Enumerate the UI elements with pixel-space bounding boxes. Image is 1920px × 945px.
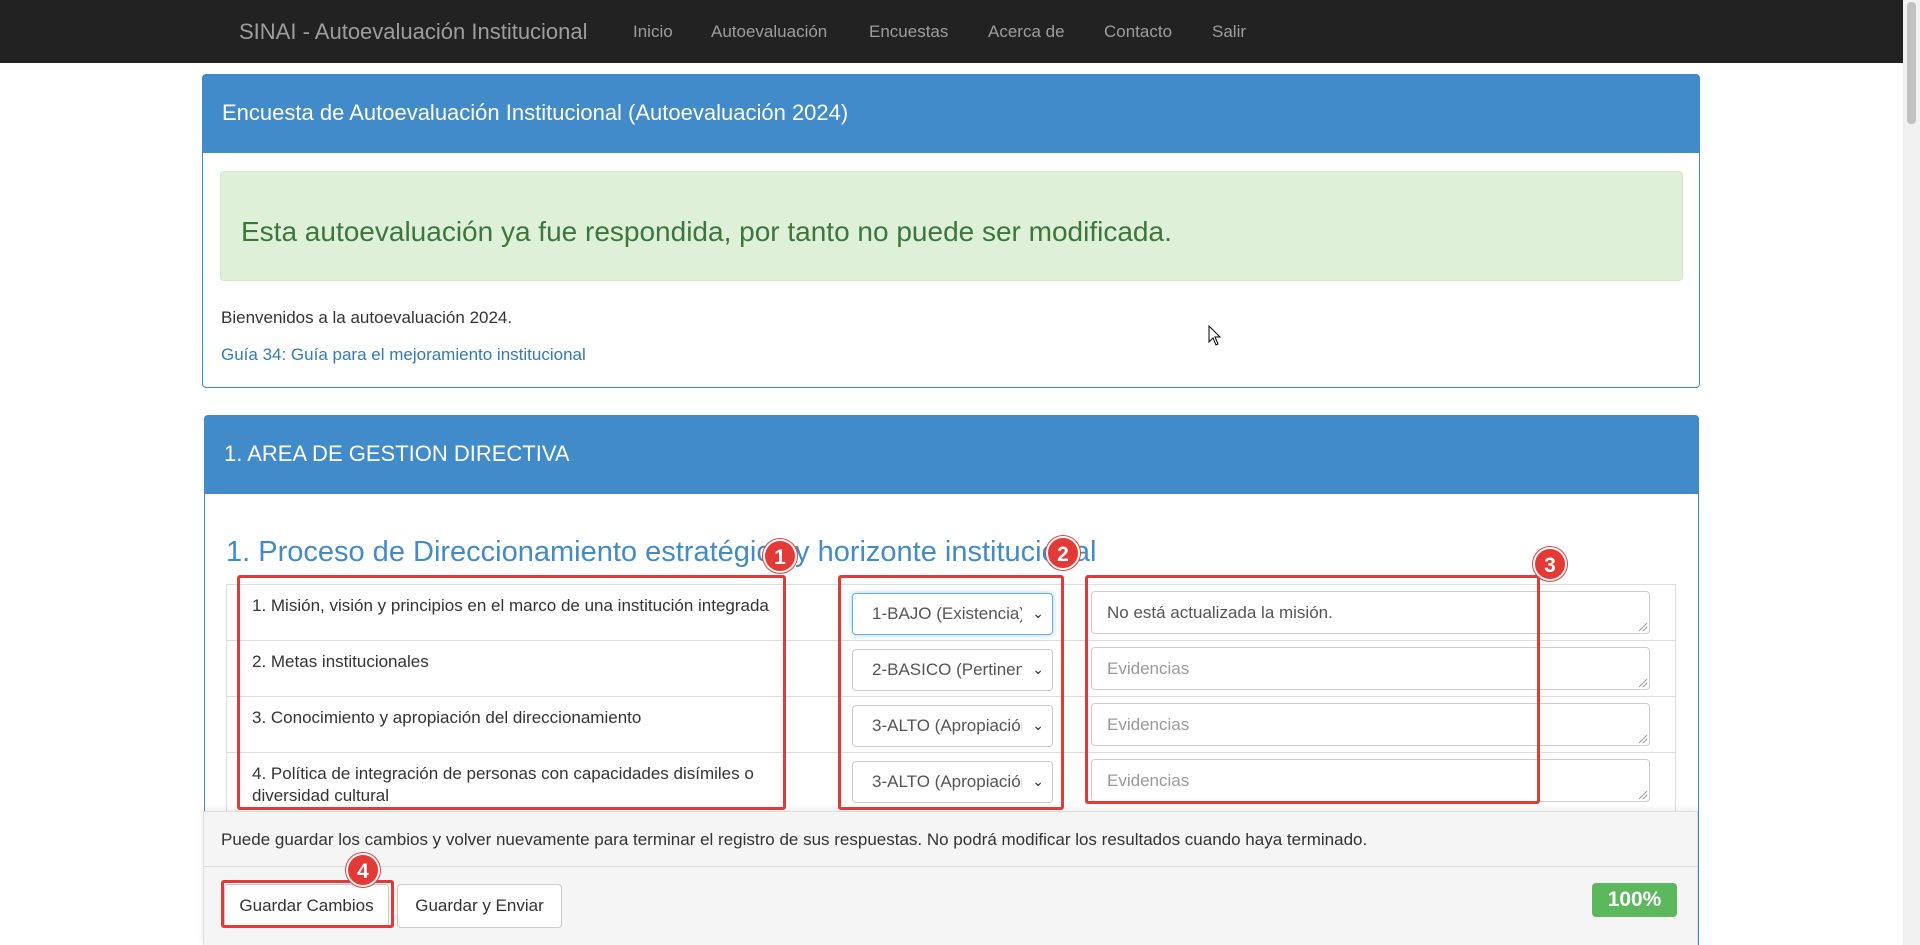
rating-select[interactable]: 1-BAJO (Existencia) ⌄ — [852, 593, 1053, 635]
nav-link-salir[interactable]: Salir — [1212, 22, 1246, 42]
guide-34-link[interactable]: Guía 34: Guía para el mejoramiento insti… — [221, 345, 586, 365]
mouse-cursor-icon — [1208, 325, 1222, 346]
table-row: 3. Conocimiento y apropiación del direcc… — [227, 697, 1675, 753]
completed-alert-text: Esta autoevaluación ya fue respondida, p… — [241, 216, 1172, 247]
nav-link-acerca-de[interactable]: Acerca de — [988, 22, 1065, 42]
chevron-down-icon: ⌄ — [1032, 773, 1044, 789]
evidence-input[interactable]: No está actualizada la misión. — [1091, 591, 1650, 634]
table-row: 2. Metas institucionales 2-BASICO (Perti… — [227, 641, 1675, 697]
rating-select[interactable]: 3-ALTO (Apropiación) ⌄ — [852, 761, 1053, 803]
nav-link-encuestas[interactable]: Encuestas — [869, 22, 948, 42]
question-label: 3. Conocimiento y apropiación del direcc… — [252, 708, 642, 727]
table-row: 4. Política de integración de personas c… — [227, 753, 1675, 815]
chevron-down-icon: ⌄ — [1032, 605, 1044, 621]
resize-handle-icon[interactable] — [1639, 735, 1647, 743]
rating-select[interactable]: 3-ALTO (Apropiación) ⌄ — [852, 705, 1053, 747]
rating-select[interactable]: 2-BASICO (Pertinencia) ⌄ — [852, 649, 1053, 691]
resize-handle-icon[interactable] — [1639, 623, 1647, 631]
navbar-brand[interactable]: SINAI - Autoevaluación Institucional — [239, 19, 588, 45]
question-label: 2. Metas institucionales — [252, 652, 429, 671]
welcome-text: Bienvenidos a la autoevaluación 2024. — [221, 308, 513, 327]
evidence-input[interactable]: Evidencias — [1091, 759, 1650, 802]
completed-alert: Esta autoevaluación ya fue respondida, p… — [220, 171, 1683, 281]
question-label: 4. Política de integración de personas c… — [252, 764, 754, 805]
table-row: 1. Misión, visión y principios en el mar… — [227, 585, 1675, 641]
evidence-input[interactable]: Evidencias — [1091, 647, 1650, 690]
save-and-send-button[interactable]: Guardar y Enviar — [397, 884, 562, 928]
footer-divider — [204, 866, 1697, 867]
resize-handle-icon[interactable] — [1639, 679, 1647, 687]
nav-link-inicio[interactable]: Inicio — [633, 22, 673, 42]
nav-link-autoevaluacion[interactable]: Autoevaluación — [711, 22, 827, 42]
chevron-down-icon: ⌄ — [1032, 717, 1044, 733]
annotation-badge-2: 2 — [1046, 536, 1080, 570]
questions-table: 1. Misión, visión y principios en el mar… — [226, 584, 1676, 815]
evidence-input[interactable]: Evidencias — [1091, 703, 1650, 746]
footer-note: Puede guardar los cambios y volver nueva… — [221, 830, 1368, 849]
annotation-badge-1: 1 — [763, 539, 797, 573]
annotation-badge-4: 4 — [346, 853, 380, 887]
progress-badge: 100% — [1592, 883, 1677, 917]
page-scrollbar[interactable] — [1903, 0, 1920, 945]
save-changes-button[interactable]: Guardar Cambios — [224, 884, 389, 928]
chevron-down-icon: ⌄ — [1032, 661, 1044, 677]
survey-panel-title: Encuesta de Autoevaluación Institucional… — [203, 75, 1699, 153]
area-panel-title: 1. AREA DE GESTION DIRECTIVA — [205, 416, 1698, 494]
top-navbar: SINAI - Autoevaluación Institucional Ini… — [0, 0, 1920, 63]
scrollbar-thumb[interactable] — [1907, 2, 1916, 124]
nav-link-contacto[interactable]: Contacto — [1104, 22, 1172, 42]
process-title: 1. Proceso de Direccionamiento estratégi… — [226, 536, 1097, 568]
resize-handle-icon[interactable] — [1639, 791, 1647, 799]
annotation-badge-3: 3 — [1533, 547, 1567, 581]
question-label: 1. Misión, visión y principios en el mar… — [252, 596, 769, 615]
